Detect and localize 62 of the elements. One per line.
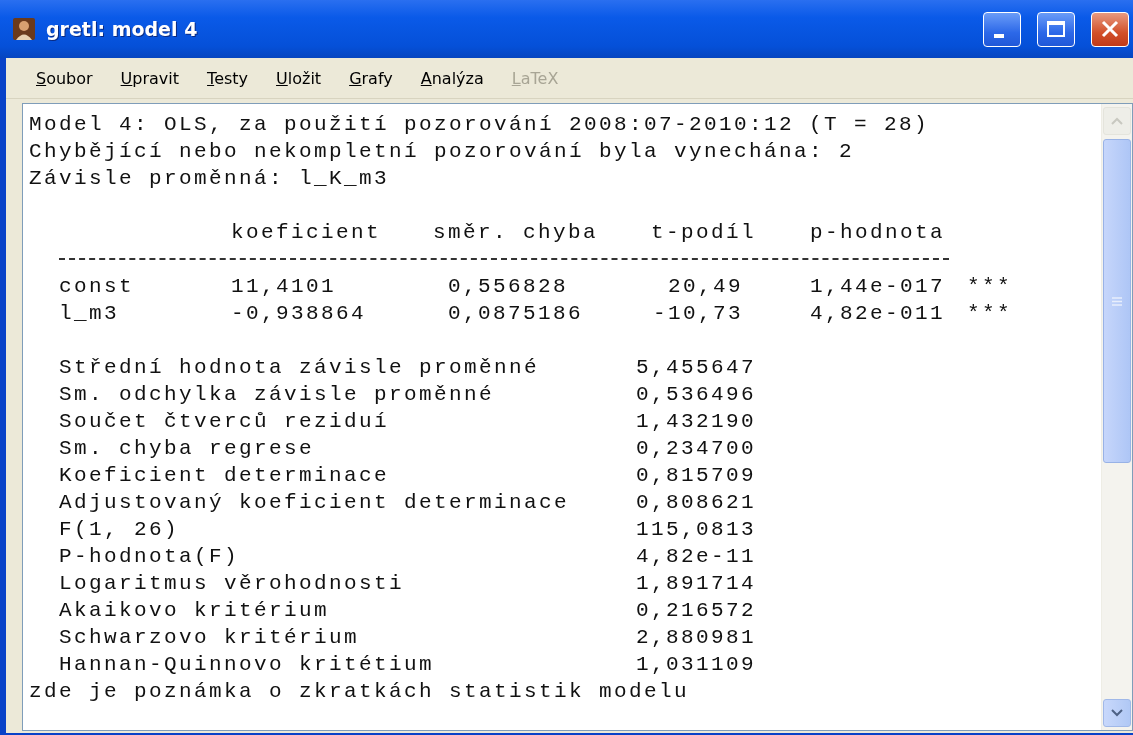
menu-item[interactable]: Soubor [28, 64, 101, 92]
statistic-label: Koeficient determinace [59, 463, 391, 489]
window-title: gretl: model 4 [46, 18, 199, 40]
statistic-value: 115,0813 [636, 517, 758, 543]
coefficient-value: 11,4101 [231, 274, 337, 300]
column-header: směr. chyba [433, 220, 600, 246]
menu-item[interactable]: Uložit [268, 64, 330, 92]
statistic-value: 1,891714 [636, 571, 758, 597]
statistic-label: Adjustovaný koeficient determinace [59, 490, 571, 516]
statistic-value: 0,808621 [636, 490, 758, 516]
p-value: 4,82e-011 [810, 301, 947, 327]
statistic-label: Hannan-Quinnovo kritétium [59, 652, 436, 678]
variable-name: l_m3 [59, 301, 120, 327]
std-error-value: 0,0875186 [447, 301, 585, 327]
menu-item[interactable]: Testy [199, 64, 257, 92]
scroll-down-button[interactable] [1103, 699, 1131, 727]
statistic-label: Sm. chyba regrese [59, 436, 316, 462]
statistic-value: 1,432190 [636, 409, 758, 435]
statistic-label: F(1, 26) [59, 517, 181, 543]
column-header: koeficient [231, 220, 383, 246]
minimize-button[interactable] [983, 11, 1021, 47]
variable-name: const [59, 274, 135, 300]
close-button[interactable] [1091, 11, 1129, 47]
statistic-label: P-hodnota(F) [59, 544, 241, 570]
minimize-icon [994, 34, 1004, 38]
maximize-icon [1046, 20, 1066, 38]
statistic-value: 0,815709 [636, 463, 758, 489]
statistic-label: Akaikovo kritérium [59, 598, 331, 624]
column-header: t-podíl [651, 220, 757, 246]
statistic-label: Součet čtverců reziduí [59, 409, 391, 435]
close-icon [1100, 19, 1120, 39]
statistic-value: 0,536496 [636, 382, 758, 408]
app-icon [12, 17, 36, 41]
maximize-button[interactable] [1037, 11, 1075, 47]
statistic-value: 1,031109 [636, 652, 758, 678]
p-value: 1,44e-017 [810, 274, 947, 300]
output-line: Závisle proměnná: l_K_m3 [29, 166, 391, 192]
statistic-label: Sm. odchylka závisle proměnné [59, 382, 496, 408]
t-ratio-value: 20,49 [667, 274, 743, 300]
vertical-scrollbar[interactable] [1101, 104, 1132, 730]
significance-stars: *** [967, 274, 1013, 300]
significance-stars: *** [967, 301, 1013, 327]
statistic-label: Logaritmus věrohodnosti [59, 571, 406, 597]
menu-item[interactable]: Analýza [412, 64, 492, 92]
grip-icon [1111, 296, 1123, 306]
menu-item[interactable]: Upravit [112, 64, 188, 92]
coefficient-value: -0,938864 [231, 301, 368, 327]
output-line: Model 4: OLS, za použití pozorování 2008:07-2010:12 (T = 28) [29, 112, 931, 138]
note-line: zde je poznámka o zkratkách statistik modelu [29, 679, 691, 705]
statistic-label: Střední hodnota závisle proměnné [59, 355, 541, 381]
std-error-value: 0,556828 [447, 274, 570, 300]
statistic-value: 2,880981 [636, 625, 758, 651]
statistic-value: 0,234700 [636, 436, 758, 462]
statistic-value: 5,455647 [636, 355, 758, 381]
statistic-label: Schwarzovo kritérium [59, 625, 361, 651]
statistic-value: 4,82e-11 [636, 544, 758, 570]
output-line: Chybějící nebo nekompletní pozorování byla vynechána: 2 [29, 139, 856, 165]
t-ratio-value: -10,73 [652, 301, 743, 327]
scroll-thumb[interactable] [1103, 139, 1131, 463]
menu-item[interactable]: Grafy [341, 64, 401, 92]
column-header: p-hodnota [810, 220, 947, 246]
statistic-value: 0,216572 [636, 598, 758, 624]
